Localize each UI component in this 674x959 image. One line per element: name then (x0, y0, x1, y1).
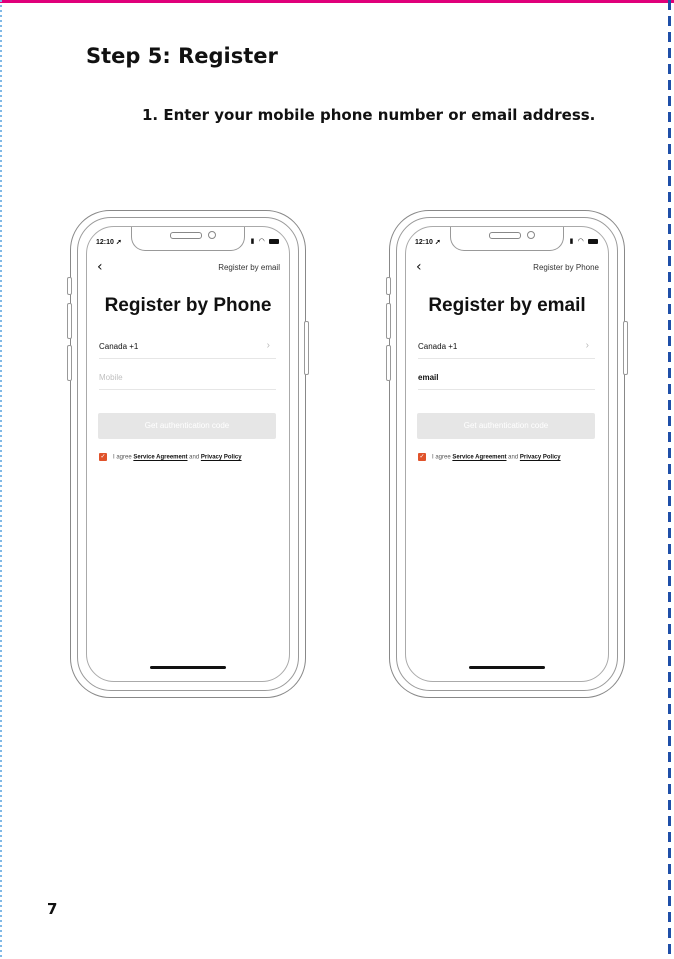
speaker-icon (489, 232, 521, 239)
notch (131, 227, 245, 251)
page-number: 7 (47, 900, 58, 918)
email-input[interactable]: email (418, 371, 595, 390)
home-indicator (469, 666, 545, 669)
phone-mockup-phone: 12:10 ➚ ▮ ◠ ‹ Register by email Register… (67, 210, 309, 698)
instruction-text: 1. Enter your mobile phone number or ema… (142, 106, 596, 124)
status-icons: ▮ ◠ (570, 237, 598, 245)
volume-down-button (67, 345, 72, 381)
country-selector[interactable]: Canada +1 › (418, 340, 595, 359)
status-time: 12:10 ➚ (415, 239, 441, 246)
screen-title: Register by email (428, 295, 586, 316)
back-chevron-icon[interactable]: ‹ (97, 260, 103, 274)
signal-icon: ▮ (250, 237, 256, 245)
phone-screen: 12:10 ➚ ▮ ◠ ‹ Register by Phone Register… (405, 226, 609, 682)
service-agreement-link[interactable]: Service Agreement (133, 455, 187, 461)
country-label: Canada +1 (418, 342, 458, 351)
battery-icon (588, 238, 598, 244)
chevron-right-icon: › (585, 340, 589, 351)
register-by-phone-link[interactable]: Register by Phone (533, 263, 599, 272)
chevron-right-icon: › (266, 340, 270, 351)
back-chevron-icon[interactable]: ‹ (416, 260, 422, 274)
phone-bezel: 12:10 ➚ ▮ ◠ ‹ Register by Phone Register… (396, 217, 618, 691)
wifi-icon: ◠ (577, 237, 585, 245)
signal-icon: ▮ (569, 237, 575, 245)
battery-icon (269, 238, 279, 244)
agree-checkbox[interactable]: ✓ (99, 453, 107, 461)
volume-up-button (386, 303, 391, 339)
get-auth-code-button[interactable]: Get authentication code (98, 413, 276, 439)
wifi-icon: ◠ (258, 237, 266, 245)
privacy-policy-link[interactable]: Privacy Policy (520, 455, 561, 461)
mobile-input[interactable]: Mobile (99, 371, 276, 390)
agreement-row: ✓ I agree Service Agreement and Privacy P… (99, 453, 242, 461)
country-label: Canada +1 (99, 342, 139, 351)
top-border (0, 0, 674, 3)
agree-and: and (189, 454, 200, 461)
screen-title: Register by Phone (104, 295, 272, 316)
phone-mockup-email: 12:10 ➚ ▮ ◠ ‹ Register by Phone Register… (386, 210, 628, 698)
privacy-policy-link[interactable]: Privacy Policy (201, 455, 242, 461)
country-selector[interactable]: Canada +1 › (99, 340, 276, 359)
power-button (623, 321, 628, 375)
notch (450, 227, 564, 251)
agreement-row: ✓ I agree Service Agreement and Privacy P… (418, 453, 561, 461)
camera-icon (527, 231, 535, 239)
power-button (304, 321, 309, 375)
mute-switch (67, 277, 72, 295)
register-by-email-link[interactable]: Register by email (218, 263, 280, 272)
status-time: 12:10 ➚ (96, 239, 122, 246)
agree-and: and (508, 454, 519, 461)
agree-checkbox[interactable]: ✓ (418, 453, 426, 461)
agree-prefix: I agree (432, 454, 451, 461)
mobile-placeholder: Mobile (99, 373, 123, 382)
phone-bezel: 12:10 ➚ ▮ ◠ ‹ Register by email Register… (77, 217, 299, 691)
volume-down-button (386, 345, 391, 381)
mute-switch (386, 277, 391, 295)
status-icons: ▮ ◠ (251, 237, 279, 245)
speaker-icon (170, 232, 202, 239)
agree-prefix: I agree (113, 454, 132, 461)
home-indicator (150, 666, 226, 669)
left-cut-line (0, 0, 2, 959)
camera-icon (208, 231, 216, 239)
step-heading: Step 5: Register (86, 44, 278, 68)
get-auth-code-button[interactable]: Get authentication code (417, 413, 595, 439)
phone-screen: 12:10 ➚ ▮ ◠ ‹ Register by email Register… (86, 226, 290, 682)
email-value: email (418, 373, 439, 382)
volume-up-button (67, 303, 72, 339)
right-cut-line (668, 0, 671, 959)
service-agreement-link[interactable]: Service Agreement (452, 455, 506, 461)
